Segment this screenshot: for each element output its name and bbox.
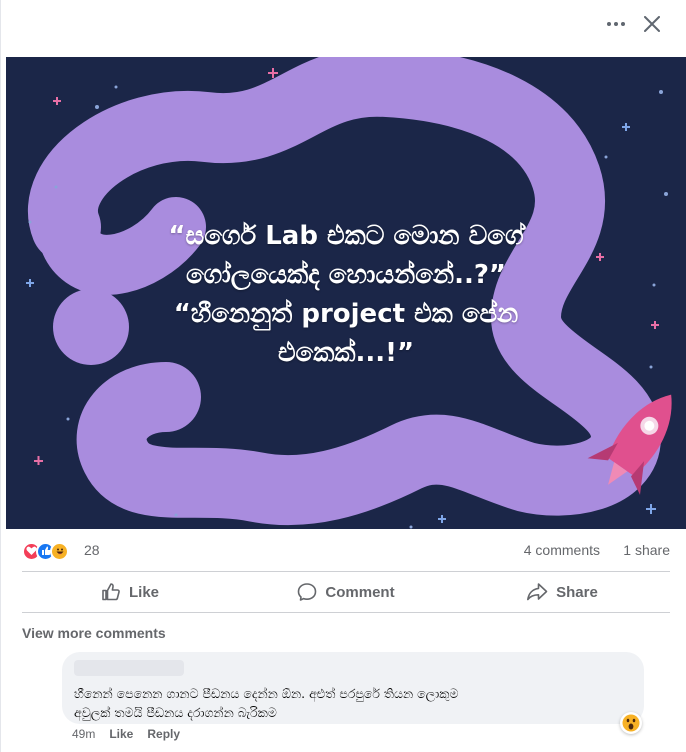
comment-reaction-badge[interactable] [620, 712, 642, 734]
share-button[interactable]: Share [454, 572, 670, 612]
comment-reply-button[interactable]: Reply [147, 727, 180, 741]
dialog-header [0, 0, 686, 56]
post-image[interactable]: “සර්ගෙ Lab එකට මොන වගේ ගෝලයෙක්ද හොයන්නේ.… [6, 57, 686, 529]
comment-label: Comment [325, 583, 395, 601]
wow-icon [622, 714, 640, 732]
comment-text-line: අවුලක් තමයි පීඩනය දරාගන්න බැරිකම [74, 705, 277, 720]
image-text-line: “සර්ගෙ Lab එකට මොන වගේ [168, 221, 524, 251]
comment-text-line: හීනෙන් පෙනෙන ගානට පීඩනය දෙන්න ඕන. අළුත් … [74, 686, 459, 701]
comment-text: හීනෙන් පෙනෙන ගානට පීඩනය දෙන්න ඕන. අළුත් … [74, 684, 632, 722]
comment-bubble-icon [298, 583, 317, 601]
share-label: Share [556, 583, 598, 601]
post-dialog: “සර්ගෙ Lab එකට මොන වගේ ගෝලයෙක්ද හොයන්නේ.… [0, 0, 686, 752]
actions-divider [22, 612, 670, 613]
more-options-button[interactable] [602, 10, 630, 38]
comment-timestamp[interactable]: 49m [72, 727, 95, 741]
like-button[interactable]: Like [22, 572, 238, 612]
reaction-summary[interactable] [22, 541, 69, 561]
view-more-comments-link[interactable]: View more comments [22, 625, 166, 641]
image-caption-text: “සර්ගෙ Lab එකට මොන වගේ ගෝලයෙක්ද හොයන්නේ.… [46, 217, 646, 373]
post-stats: 28 4 comments 1 share [22, 539, 670, 563]
post-actions: Like Comment Share [22, 572, 670, 612]
comment-meta: 49m Like Reply [72, 727, 180, 741]
image-text-line: “හීනෙනුත් project එක පේන [173, 299, 519, 329]
comment-like-button[interactable]: Like [109, 727, 133, 741]
close-icon [644, 16, 660, 32]
comment-bubble: හීනෙන් පෙනෙන ගානට පීඩනය දෙන්න ඕන. අළුත් … [62, 652, 644, 724]
close-button[interactable] [638, 10, 666, 38]
thumbs-up-icon [102, 583, 120, 601]
image-text-line: ගෝලයෙක්ද හොයන්නේ..?” [185, 260, 507, 290]
shares-count[interactable]: 1 share [623, 542, 670, 558]
comments-count[interactable]: 4 comments [524, 542, 600, 558]
like-label: Like [128, 583, 159, 601]
ellipsis-horizontal-icon [607, 22, 625, 26]
dialog-edge [0, 0, 1, 752]
reaction-count[interactable]: 28 [84, 542, 100, 558]
comment-author-redacted[interactable] [74, 660, 184, 676]
comment-button[interactable]: Comment [238, 572, 454, 612]
share-arrow-icon [527, 583, 548, 601]
haha-icon [50, 541, 69, 561]
image-text-line: එකෙක්...!” [277, 338, 415, 368]
